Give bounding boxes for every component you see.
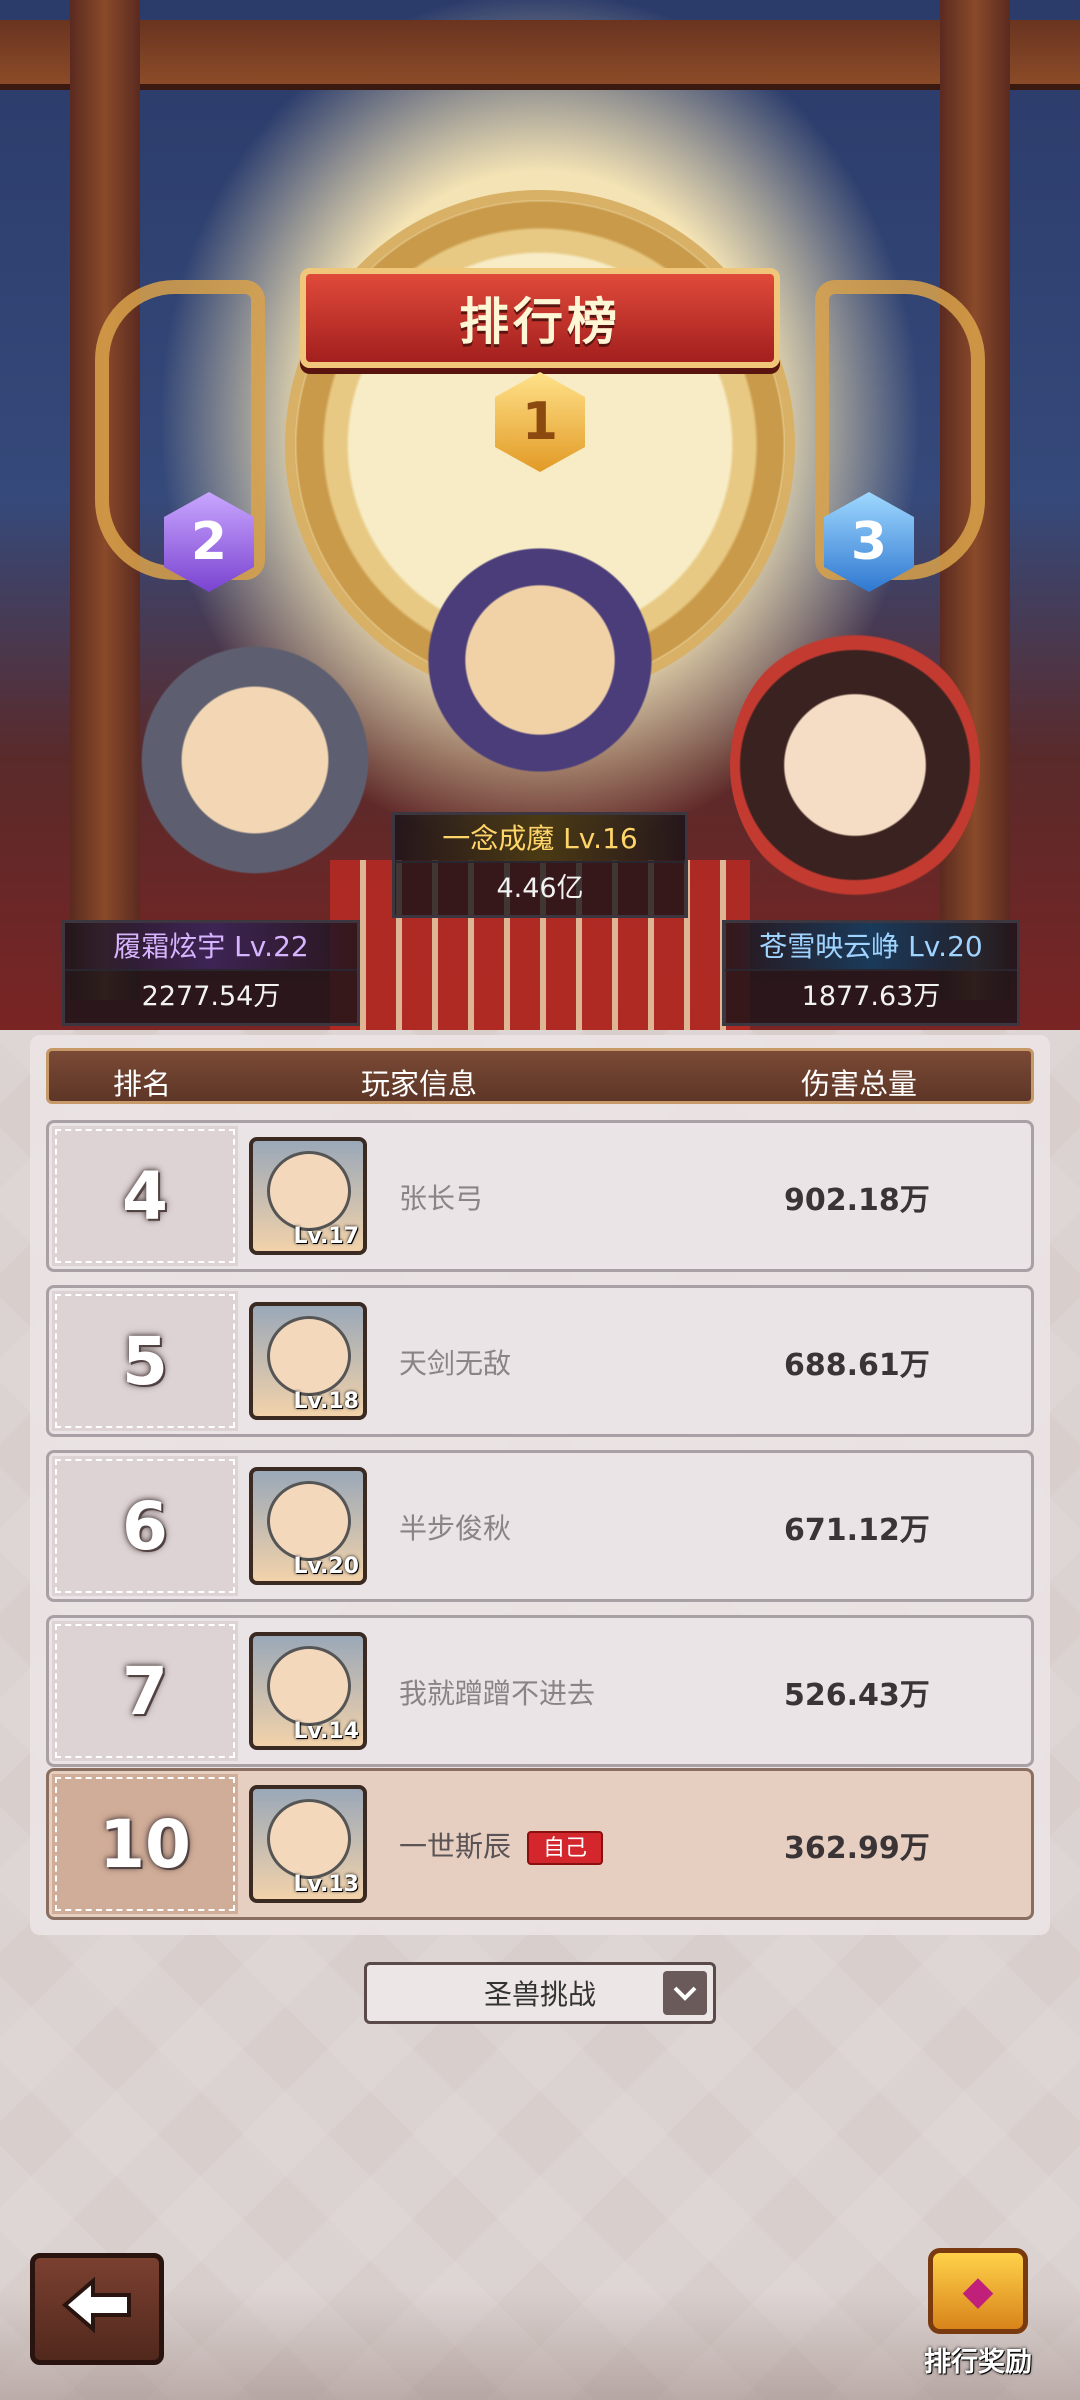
avatar-face-icon	[267, 1151, 351, 1231]
rank-2-hero-avatar[interactable]	[140, 620, 370, 900]
player-avatar[interactable]: Lv.17	[249, 1137, 367, 1255]
avatar-face-icon	[267, 1481, 351, 1561]
self-ranking-row[interactable]: 10 Lv.13 一世斯辰 自己 362.99万	[46, 1768, 1034, 1920]
player-level: Lv.17	[293, 1224, 359, 1249]
rank-3-hero-avatar[interactable]	[730, 630, 980, 900]
header-player-info: 玩家信息	[361, 1067, 478, 1101]
palace-beam	[0, 20, 1080, 90]
row-rank: 6	[52, 1456, 238, 1596]
rank-1-name: 一念成魔 Lv.16	[395, 815, 685, 863]
rank-1-score: 4.46亿	[496, 873, 584, 904]
rank-3-score: 1877.63万	[801, 981, 941, 1012]
leaderboard-title-banner: 排行榜	[300, 268, 780, 368]
self-badge: 自己	[527, 1831, 604, 1865]
ranking-reward-button[interactable]: ◆ 排行奖励	[908, 2248, 1048, 2398]
rank-3-name: 苍雪映云峥 Lv.20	[725, 923, 1017, 971]
player-name: 张长弓	[399, 1182, 484, 1215]
row-rank: 4	[52, 1126, 238, 1266]
player-avatar[interactable]: Lv.13	[249, 1785, 367, 1903]
ranking-reward-label: 排行奖励	[924, 2347, 1032, 2378]
player-damage: 671.12万	[784, 1513, 930, 1548]
table-row[interactable]: 5 Lv.18 天剑无敌 688.61万	[46, 1285, 1034, 1437]
rank-1-hero-avatar[interactable]	[420, 520, 660, 800]
player-level: Lv.18	[293, 1389, 359, 1414]
player-avatar[interactable]: Lv.14	[249, 1632, 367, 1750]
player-damage: 362.99万	[784, 1831, 930, 1866]
avatar-face-icon	[267, 1799, 351, 1879]
player-damage: 688.61万	[784, 1348, 930, 1383]
table-row[interactable]: 6 Lv.20 半步俊秋 671.12万	[46, 1450, 1034, 1602]
header-rank: 排名	[113, 1067, 172, 1101]
rank-3-nameplate[interactable]: 苍雪映云峥 Lv.20 1877.63万	[722, 920, 1020, 1026]
avatar-face-icon	[267, 1316, 351, 1396]
player-name: 半步俊秋	[399, 1512, 512, 1545]
rank-2-nameplate[interactable]: 履霜炫宇 Lv.22 2277.54万	[62, 920, 360, 1026]
player-avatar[interactable]: Lv.18	[249, 1302, 367, 1420]
treasure-chest-icon: ◆	[928, 2248, 1028, 2334]
table-row[interactable]: 4 Lv.17 张长弓 902.18万	[46, 1120, 1034, 1272]
table-row[interactable]: 7 Lv.14 我就蹭蹭不进去 526.43万	[46, 1615, 1034, 1767]
row-rank: 10	[52, 1774, 238, 1914]
player-level: Lv.13	[293, 1872, 359, 1897]
dropdown-selected-value: 圣兽挑战	[483, 1978, 596, 2011]
rank-2-name: 履霜炫宇 Lv.22	[65, 923, 357, 971]
player-name: 我就蹭蹭不进去	[399, 1677, 596, 1710]
row-rank: 5	[52, 1291, 238, 1431]
back-button[interactable]	[30, 2253, 164, 2365]
rank-2-score: 2277.54万	[141, 981, 281, 1012]
player-level: Lv.20	[293, 1554, 359, 1579]
table-header: 排名 玩家信息 伤害总量	[46, 1048, 1034, 1104]
player-name: 一世斯辰	[399, 1830, 512, 1863]
player-damage: 902.18万	[784, 1183, 930, 1218]
challenge-type-dropdown[interactable]: 圣兽挑战	[364, 1962, 716, 2024]
arrow-left-icon	[57, 2264, 137, 2354]
player-avatar[interactable]: Lv.20	[249, 1467, 367, 1585]
chevron-down-icon[interactable]	[663, 1971, 707, 2015]
avatar-face-icon	[267, 1646, 351, 1726]
rank-1-nameplate[interactable]: 一念成魔 Lv.16 4.46亿	[392, 812, 688, 918]
player-name-wrap: 一世斯辰 自己	[399, 1825, 604, 1865]
player-level: Lv.14	[293, 1719, 359, 1744]
header-total-damage: 伤害总量	[801, 1067, 918, 1101]
row-rank: 7	[52, 1621, 238, 1761]
page-title: 排行榜	[459, 293, 621, 351]
player-name: 天剑无敌	[399, 1347, 512, 1380]
player-damage: 526.43万	[784, 1678, 930, 1713]
